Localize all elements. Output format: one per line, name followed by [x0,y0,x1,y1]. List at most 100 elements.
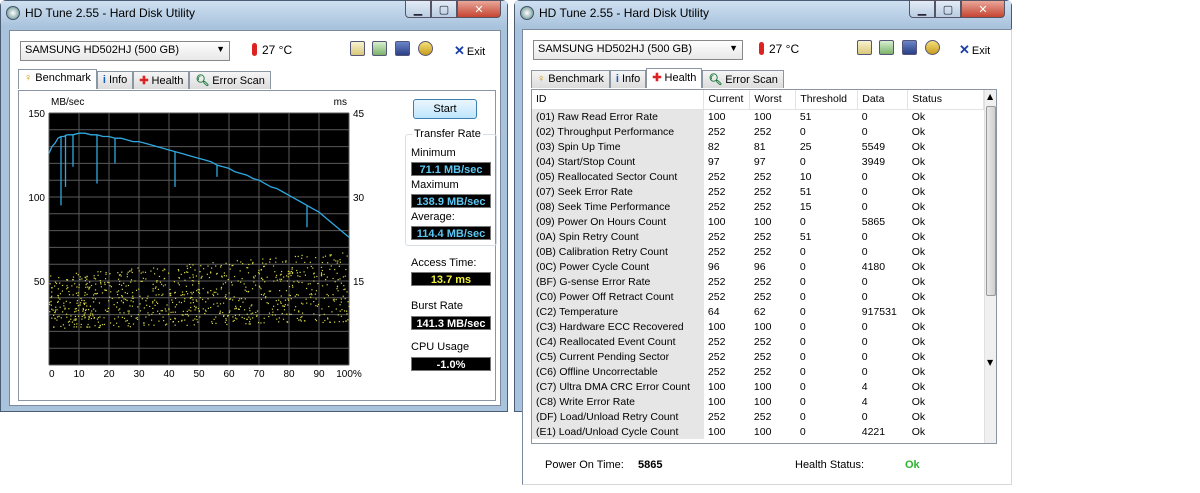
table-row[interactable]: (C0) Power Off Retract Count 252 252 0 0 Ok [532,289,984,304]
save-icon[interactable] [902,40,917,55]
scroll-down-icon[interactable]: ▼ [987,358,993,367]
access-point [78,286,80,289]
exit-button[interactable]: ✕ Exit [454,43,485,59]
table-cell: 252 [707,350,726,363]
table-row[interactable]: (C8) Write Error Rate 100 100 0 4 Ok [532,394,984,409]
table-row[interactable]: (C3) Hardware ECC Recovered 100 100 0 0 Ok [532,319,984,334]
options-icon[interactable] [418,41,433,56]
access-point [220,286,223,288]
table-row[interactable]: (04) Start/Stop Count 97 97 0 3949 Ok [532,154,984,169]
save-icon[interactable] [395,41,410,56]
minimum-label: Minimum [411,147,456,159]
minimize-button[interactable]: ▁ [405,0,431,18]
table-cell: 252 [753,125,772,138]
access-point [288,299,290,301]
table-row[interactable]: (C5) Current Pending Sector 252 252 0 0 Ok [532,349,984,364]
access-point [260,322,262,324]
exit-button[interactable]: ✕ Exit [959,42,990,58]
start-button[interactable]: Start [413,99,477,119]
column-header-current[interactable]: Current [703,90,751,110]
scrollbar-thumb[interactable] [986,106,996,296]
access-point [220,288,222,290]
table-cell: 100 [753,110,772,123]
table-row[interactable]: (C2) Temperature 64 62 0 917531 Ok [532,304,984,319]
close-button[interactable]: ✕ [457,0,501,18]
access-point [266,302,268,304]
access-point [170,311,172,314]
access-point [313,273,315,275]
copy-screenshot-icon[interactable] [372,41,387,56]
table-row[interactable]: (E1) Load/Unload Cycle Count 100 100 0 4221 O… [532,424,984,439]
access-point [316,305,319,307]
access-point [174,297,177,299]
table-cell: 252 [753,200,772,213]
maximize-button[interactable]: ▢ [935,0,961,18]
minimize-button[interactable]: ▁ [909,0,935,18]
access-point [130,300,132,302]
table-row[interactable]: (05) Reallocated Sector Count 252 252 10 0 Ok [532,169,984,184]
access-point [113,324,115,326]
access-point [54,281,57,283]
table-row[interactable]: (BF) G-sense Error Rate 252 252 0 0 Ok [532,274,984,289]
access-point [186,324,188,326]
access-point [283,309,286,311]
tab-benchmark[interactable]: ♀ Benchmark [18,69,97,89]
table-row[interactable]: (C6) Offline Uncorrectable 252 252 0 0 Ok [532,364,984,379]
column-header-worst[interactable]: Worst [749,90,797,110]
access-point [277,303,279,305]
tab-error-scan[interactable]: 🔍︎ Error Scan [702,70,784,88]
column-header-threshold[interactable]: Threshold [795,90,859,110]
access-point [74,308,76,310]
scroll-up-icon[interactable]: ▲ [987,92,993,101]
table-cell: (05) Reallocated Sector Count [532,169,704,184]
table-row[interactable]: (C7) Ultra DMA CRC Error Count 100 100 0 4 Ok [532,379,984,394]
close-button[interactable]: ✕ [961,0,1005,18]
access-point [283,276,285,278]
copy-text-icon[interactable] [350,41,365,56]
access-point [224,321,226,324]
access-point [197,291,200,293]
tab-info[interactable]: i Info [96,71,134,89]
vertical-scrollbar[interactable]: ▲ ▼ [984,90,996,443]
table-row[interactable]: (0C) Power Cycle Count 96 96 0 4180 Ok [532,259,984,274]
tab-error-scan[interactable]: 🔍︎ Error Scan [189,71,271,89]
table-cell: (C4) Reallocated Event Count [532,334,704,349]
table-row[interactable]: (08) Seek Time Performance 252 252 15 0 Ok [532,199,984,214]
table-row[interactable]: (02) Throughput Performance 252 252 0 0 Ok [532,124,984,139]
access-point [76,286,78,288]
drive-select[interactable]: SAMSUNG HD502HJ (500 GB) ▼ [533,40,743,60]
column-header-status[interactable]: Status [907,90,984,110]
table-row[interactable]: (09) Power On Hours Count 100 100 0 5865 Ok [532,214,984,229]
table-row[interactable]: (0B) Calibration Retry Count 252 252 0 0 Ok [532,244,984,259]
thermometer-icon [252,43,257,56]
maximize-button[interactable]: ▢ [431,0,457,18]
table-cell: Ok [911,110,926,123]
access-point [118,274,121,276]
tab-benchmark[interactable]: ♀ Benchmark [531,70,610,88]
access-point [241,298,243,300]
table-row[interactable]: (C4) Reallocated Event Count 252 252 0 0 Ok [532,334,984,349]
tab-health[interactable]: ✚ Health [646,68,703,88]
column-header-data[interactable]: Data [857,90,909,110]
info-icon: i [102,74,106,86]
access-point [234,314,237,316]
table-row[interactable]: (03) Spin Up Time 82 81 25 5549 Ok [532,139,984,154]
options-icon[interactable] [925,40,940,55]
tab-info[interactable]: i Info [609,70,647,88]
access-point [81,318,83,320]
table-row[interactable]: (01) Raw Read Error Rate 100 100 51 0 Ok [532,109,984,124]
copy-screenshot-icon[interactable] [879,40,894,55]
table-row[interactable]: (DF) Load/Unload Retry Count 252 252 0 0 Ok [532,409,984,424]
access-point [157,310,159,312]
access-point [268,315,270,318]
health-icon: ✚ [652,72,662,84]
drive-select[interactable]: SAMSUNG HD502HJ (500 GB) ▼ [20,41,230,61]
access-point [123,317,126,319]
tab-health[interactable]: ✚ Health [133,71,190,89]
column-header-id[interactable]: ID [532,90,705,110]
access-point [296,269,298,272]
table-row[interactable]: (0A) Spin Retry Count 252 252 51 0 Ok [532,229,984,244]
access-point [77,292,79,294]
copy-text-icon[interactable] [857,40,872,55]
table-row[interactable]: (07) Seek Error Rate 252 252 51 0 Ok [532,184,984,199]
